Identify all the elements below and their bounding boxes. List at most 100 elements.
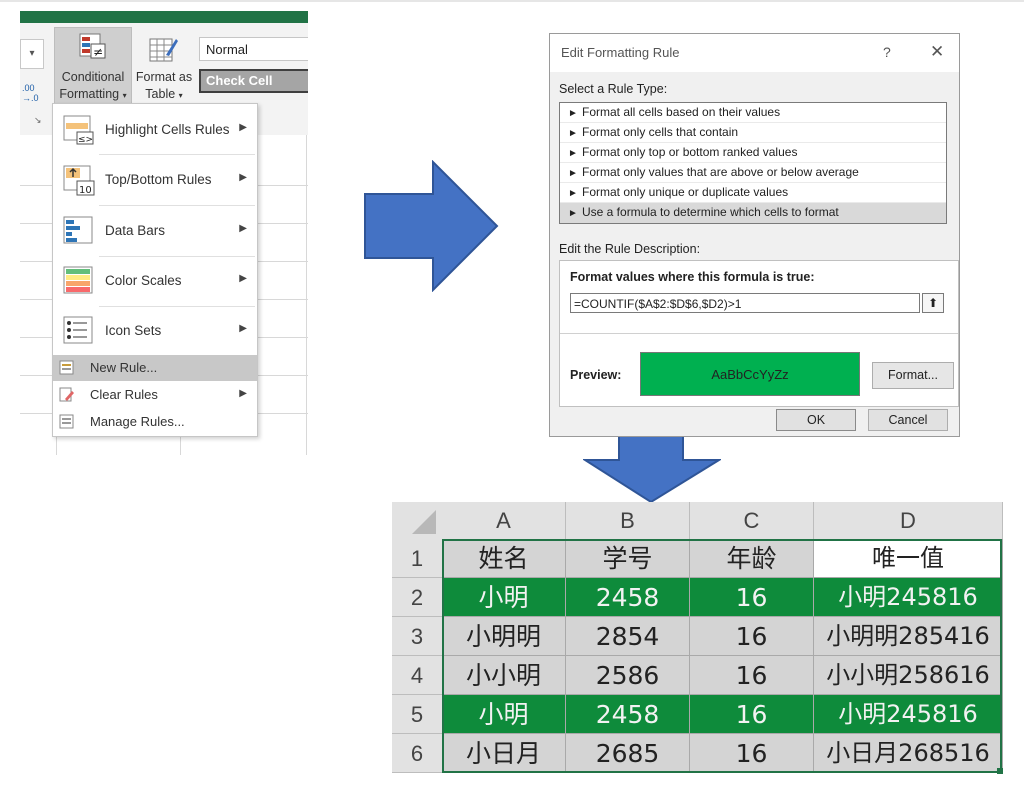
cell-style-check-cell[interactable]: Check Cell (199, 69, 308, 93)
number-format-dropdown[interactable]: ▾ (20, 39, 44, 69)
cell-d2[interactable]: 小明245816 (814, 578, 1003, 617)
close-icon[interactable]: ✕ (930, 42, 944, 62)
cell-b4[interactable]: 2586 (566, 656, 690, 695)
cell-c5[interactable]: 16 (690, 695, 814, 734)
rule-type-label: Format only cells that contain (582, 125, 739, 139)
submenu-arrow-icon: ▶ (239, 223, 247, 234)
select-all-triangle-icon (412, 510, 436, 534)
menu-item-label: Highlight Cells Rules (105, 122, 230, 137)
rule-type-item-selected[interactable]: ► Use a formula to determine which cells … (560, 203, 946, 223)
format-button[interactable]: Format... (872, 362, 954, 389)
format-as-table-label[interactable]: Format as Table ▾ (131, 69, 197, 104)
bullet-arrow-icon: ► (568, 208, 578, 219)
help-icon[interactable]: ? (883, 44, 891, 60)
menu-item-top-bottom-rules[interactable]: 10 Top/Bottom Rules ▶ (53, 156, 257, 204)
select-all-corner[interactable] (392, 502, 442, 539)
select-rule-type-label: Select a Rule Type: (559, 82, 668, 96)
conditional-formatting-label[interactable]: Conditional Formatting ▾ (54, 69, 132, 104)
rule-type-label: Format all cells based on their values (582, 105, 781, 119)
column-header-c[interactable]: C (690, 502, 814, 539)
edit-formatting-rule-dialog: Edit Formatting Rule ? ✕ Select a Rule T… (549, 33, 960, 437)
ok-button[interactable]: OK (776, 409, 856, 431)
cell-d6[interactable]: 小日月268516 (814, 734, 1003, 773)
fill-handle[interactable] (997, 768, 1003, 774)
menu-item-label: Clear Rules (90, 387, 158, 402)
column-header-a[interactable]: A (442, 502, 566, 539)
decrease-decimal-icon[interactable]: .00 →.0 (22, 83, 39, 103)
cell-d4[interactable]: 小小明258616 (814, 656, 1003, 695)
new-rule-icon (59, 360, 74, 375)
rule-type-item[interactable]: ► Format only unique or duplicate values (560, 183, 946, 203)
cell-b5[interactable]: 2458 (566, 695, 690, 734)
cell-a5[interactable]: 小明 (442, 695, 566, 734)
menu-item-label: Data Bars (105, 223, 166, 238)
row-header-3[interactable]: 3 (392, 617, 442, 656)
cf-label-line2: Formatting (59, 87, 120, 101)
cell-a2[interactable]: 小明 (442, 578, 566, 617)
submenu-arrow-icon: ▶ (239, 273, 247, 284)
menu-item-clear-rules[interactable]: Clear Rules ▶ (53, 382, 257, 408)
cell-b3[interactable]: 2854 (566, 617, 690, 656)
edit-rule-description-label: Edit the Rule Description: (559, 242, 701, 256)
menu-item-data-bars[interactable]: Data Bars ▶ (53, 207, 257, 255)
row-header-6[interactable]: 6 (392, 734, 442, 773)
cell-a4[interactable]: 小小明 (442, 656, 566, 695)
rule-type-item[interactable]: ► Format all cells based on their values (560, 103, 946, 123)
ribbon-title-bar (20, 11, 308, 23)
rule-type-item[interactable]: ► Format only values that are above or be… (560, 163, 946, 183)
column-header-d[interactable]: D (814, 502, 1003, 539)
submenu-arrow-icon: ▶ (239, 388, 247, 399)
submenu-arrow-icon: ▶ (239, 172, 247, 183)
top-divider (0, 0, 1024, 2)
cell-c4[interactable]: 16 (690, 656, 814, 695)
cell-b1[interactable]: 学号 (566, 539, 690, 578)
cell-c6[interactable]: 16 (690, 734, 814, 773)
cell-a6[interactable]: 小日月 (442, 734, 566, 773)
cell-style-normal[interactable]: Normal (199, 37, 308, 61)
row-header-5[interactable]: 5 (392, 695, 442, 734)
collapse-dialog-icon[interactable]: ⬆ (922, 293, 944, 313)
rule-type-label: Format only top or bottom ranked values (582, 145, 798, 159)
menu-item-new-rule[interactable]: New Rule... (53, 355, 257, 381)
cell-d5[interactable]: 小明245816 (814, 695, 1003, 734)
format-preview: AaBbCcYyZz (640, 352, 860, 396)
cell-d1[interactable]: 唯一值 (814, 539, 1003, 578)
description-divider (560, 333, 958, 334)
rule-type-item[interactable]: ► Format only top or bottom ranked values (560, 143, 946, 163)
cell-d3[interactable]: 小明明285416 (814, 617, 1003, 656)
column-header-b[interactable]: B (566, 502, 690, 539)
cell-b2[interactable]: 2458 (566, 578, 690, 617)
rule-type-list: ► Format all cells based on their values … (559, 102, 947, 224)
conditional-formatting-menu: ≤> Highlight Cells Rules ▶ 10 Top/Bottom… (52, 103, 258, 437)
manage-rules-icon (59, 414, 74, 429)
dialog-title: Edit Formatting Rule (561, 45, 680, 60)
formula-label: Format values where this formula is true… (570, 270, 815, 284)
dialog-title-bar: Edit Formatting Rule ? ✕ (550, 34, 959, 72)
cell-a3[interactable]: 小明明 (442, 617, 566, 656)
menu-item-manage-rules[interactable]: Manage Rules... (53, 409, 257, 435)
svg-text:≤>: ≤> (78, 135, 93, 145)
cell-b6[interactable]: 2685 (566, 734, 690, 773)
cell-c3[interactable]: 16 (690, 617, 814, 656)
bullet-arrow-icon: ► (568, 148, 578, 159)
conditional-formatting-icon: ≠ (79, 33, 106, 59)
row-header-2[interactable]: 2 (392, 578, 442, 617)
chevron-down-icon: ▾ (122, 91, 127, 100)
format-as-table-icon[interactable] (148, 35, 178, 65)
formula-input[interactable]: =COUNTIF($A$2:$D$6,$D2)>1 (570, 293, 920, 313)
row-header-4[interactable]: 4 (392, 656, 442, 695)
cell-a1[interactable]: 姓名 (442, 539, 566, 578)
svg-text:≠: ≠ (93, 45, 103, 59)
cell-c2[interactable]: 16 (690, 578, 814, 617)
rule-type-item[interactable]: ► Format only cells that contain (560, 123, 946, 143)
menu-item-color-scales[interactable]: Color Scales ▶ (53, 257, 257, 305)
menu-item-highlight-cells-rules[interactable]: ≤> Highlight Cells Rules ▶ (53, 106, 257, 154)
cancel-button[interactable]: Cancel (868, 409, 948, 431)
row-header-1[interactable]: 1 (392, 539, 442, 578)
menu-item-icon-sets[interactable]: Icon Sets ▶ (53, 307, 257, 355)
dialog-launcher-icon[interactable]: ↘ (34, 115, 42, 126)
rule-type-label: Format only values that are above or bel… (582, 165, 859, 179)
preview-label: Preview: (570, 368, 622, 382)
cell-c1[interactable]: 年龄 (690, 539, 814, 578)
menu-item-label: Manage Rules... (90, 414, 185, 429)
